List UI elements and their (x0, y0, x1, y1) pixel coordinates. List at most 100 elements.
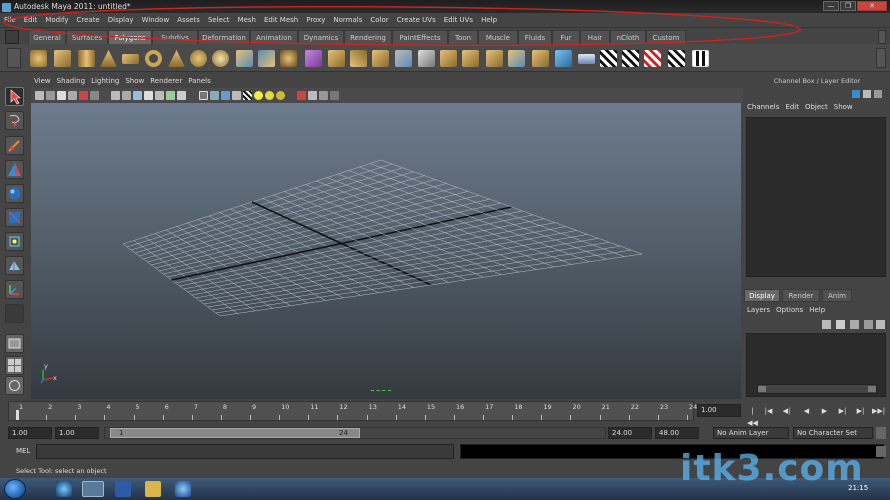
poly-soccer-ball-icon[interactable] (190, 50, 207, 67)
wireframe-on-shaded-icon[interactable] (221, 91, 230, 100)
layer-list[interactable] (746, 333, 886, 397)
field-chart-icon[interactable] (155, 91, 164, 100)
planar-mapping-icon[interactable] (578, 54, 595, 64)
layer-menu-options[interactable]: Options (773, 304, 806, 316)
vp-menu-view[interactable]: View (31, 76, 54, 87)
film-gate-icon[interactable] (122, 91, 131, 100)
menu-edit-uvs[interactable]: Edit UVs (440, 13, 477, 28)
soft-modification-icon[interactable] (5, 256, 24, 275)
vp-menu-panels[interactable]: Panels (185, 76, 214, 87)
attribute-editor-icon[interactable] (863, 90, 871, 98)
tab-deformation[interactable]: Deformation (198, 30, 250, 44)
grid-toggle-icon[interactable] (111, 91, 120, 100)
tab-dynamics[interactable]: Dynamics (298, 30, 344, 44)
scroll-right-icon[interactable] (868, 386, 876, 392)
folder-icon[interactable] (145, 481, 161, 497)
playback-start-field[interactable]: 1.00 (55, 427, 99, 439)
universal-manipulator-icon[interactable] (5, 232, 24, 251)
uv-layout-icon[interactable] (622, 50, 639, 67)
range-slider-bar[interactable]: 1 24 (110, 428, 360, 438)
step-back-frame-icon[interactable]: |◀ (762, 405, 775, 417)
tab-surfaces[interactable]: Surfaces (66, 30, 108, 44)
merge-icon[interactable] (440, 50, 457, 67)
cb-menu-channels[interactable]: Channels (744, 101, 782, 114)
move-tool-icon[interactable] (5, 160, 24, 179)
image-plane-icon[interactable] (68, 91, 77, 100)
camera-attributes-icon[interactable] (46, 91, 55, 100)
menu-normals[interactable]: Normals (329, 13, 366, 28)
poke-face-icon[interactable] (508, 50, 525, 67)
xray-joints-icon[interactable] (308, 91, 317, 100)
menu-file[interactable]: File (0, 13, 20, 28)
cb-menu-object[interactable]: Object (802, 101, 831, 114)
play-forwards-icon[interactable]: ▶ (818, 405, 831, 417)
current-time-marker[interactable] (16, 410, 19, 420)
tab-layer-render[interactable]: Render (782, 289, 820, 302)
step-forward-frame-icon[interactable]: ▶| (854, 405, 867, 417)
time-slider[interactable]: 1 2 3 4 5 6 7 8 9 10 11 12 13 14 15 16 17 18 19 20 21 22 23 24 (8, 401, 697, 421)
play-backwards-icon[interactable]: ◀ (800, 405, 813, 417)
combine-icon[interactable] (236, 50, 253, 67)
extrude-icon[interactable] (328, 50, 345, 67)
poly-torus-icon[interactable] (145, 50, 162, 67)
boolean-icon[interactable] (305, 50, 322, 67)
bevel-icon[interactable] (462, 50, 479, 67)
poly-plane-icon[interactable] (122, 54, 139, 64)
bridge-icon[interactable] (350, 50, 367, 67)
insert-edge-loop-icon[interactable] (418, 50, 435, 67)
script-editor-icon[interactable] (876, 446, 886, 457)
smooth-icon[interactable] (280, 50, 297, 67)
maya-taskbar-icon[interactable] (82, 481, 104, 497)
perspective-viewport[interactable]: y x (31, 103, 741, 399)
wedge-face-icon[interactable] (486, 50, 503, 67)
select-tool-icon[interactable] (5, 87, 24, 106)
safe-action-icon[interactable] (166, 91, 175, 100)
mirror-geometry-icon[interactable] (555, 50, 572, 67)
cb-menu-edit[interactable]: Edit (782, 101, 802, 114)
depth-of-field-icon[interactable] (330, 91, 339, 100)
step-forward-key-icon[interactable]: ▶| (836, 405, 849, 417)
tab-layer-anim[interactable]: Anim (822, 289, 852, 302)
paint-select-tool-icon[interactable] (5, 136, 24, 155)
uv-cut-icon[interactable] (668, 50, 685, 67)
menu-proxy[interactable]: Proxy (302, 13, 329, 28)
tab-fur[interactable]: Fur (552, 30, 580, 44)
poly-cube-icon[interactable] (54, 50, 71, 67)
new-layer-icon[interactable] (822, 320, 831, 329)
outliner-layout-icon[interactable] (5, 376, 24, 395)
separate-icon[interactable] (258, 50, 275, 67)
four-view-layout-icon[interactable] (5, 356, 24, 375)
tool-settings-icon[interactable] (874, 90, 882, 98)
tab-subdivs[interactable]: Subdivs (152, 30, 198, 44)
go-to-start-icon[interactable]: |◀◀ (746, 405, 759, 427)
tab-ncloth[interactable]: nCloth (610, 30, 646, 44)
tab-fluids[interactable]: Fluids (518, 30, 552, 44)
menu-display[interactable]: Display (104, 13, 138, 28)
current-frame-field[interactable]: 1.00 (697, 404, 741, 417)
all-lights-icon[interactable] (265, 91, 274, 100)
uv-editor-icon[interactable] (692, 50, 709, 67)
preferences-icon[interactable] (876, 427, 886, 439)
tab-painteffects[interactable]: PaintEffects (392, 30, 448, 44)
scroll-left-icon[interactable] (758, 386, 766, 392)
append-polygon-icon[interactable] (372, 50, 389, 67)
minimize-button[interactable]: — (823, 1, 839, 11)
uv-checker-icon[interactable] (600, 50, 617, 67)
rotate-tool-icon[interactable] (5, 184, 24, 203)
vp-menu-lighting[interactable]: Lighting (88, 76, 122, 87)
tab-hair[interactable]: Hair (580, 30, 610, 44)
two-d-pan-zoom-icon[interactable] (79, 91, 88, 100)
tab-custom[interactable]: Custom (646, 30, 686, 44)
menu-create-uvs[interactable]: Create UVs (393, 13, 440, 28)
show-manipulator-icon[interactable] (5, 280, 24, 299)
tab-muscle[interactable]: Muscle (478, 30, 518, 44)
menu-color[interactable]: Color (366, 13, 392, 28)
shadows-icon[interactable] (276, 91, 285, 100)
scale-tool-icon[interactable] (5, 208, 24, 227)
channel-box-icon[interactable] (852, 90, 860, 98)
poly-cone-icon[interactable] (100, 50, 117, 67)
menu-edit-mesh[interactable]: Edit Mesh (260, 13, 302, 28)
menu-assets[interactable]: Assets (173, 13, 204, 28)
internet-explorer-icon[interactable] (56, 481, 72, 497)
tab-general[interactable]: General (28, 30, 66, 44)
